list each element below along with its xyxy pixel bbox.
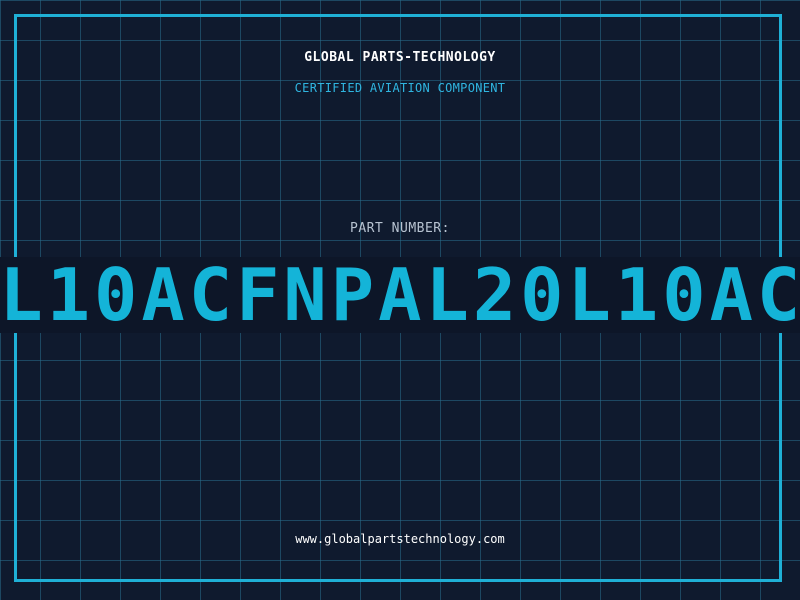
part-number-value: 0L10ACFNPAL20L10ACF: [0, 257, 800, 333]
part-number-label: PART NUMBER:: [350, 221, 450, 236]
part-number-band: 0L10ACFNPAL20L10ACF: [0, 257, 800, 333]
certification-subtitle: CERTIFIED AVIATION COMPONENT: [294, 81, 506, 95]
company-name: GLOBAL PARTS-TECHNOLOGY: [304, 50, 496, 65]
website-link[interactable]: www.globalpartstechnology.com: [0, 532, 800, 546]
